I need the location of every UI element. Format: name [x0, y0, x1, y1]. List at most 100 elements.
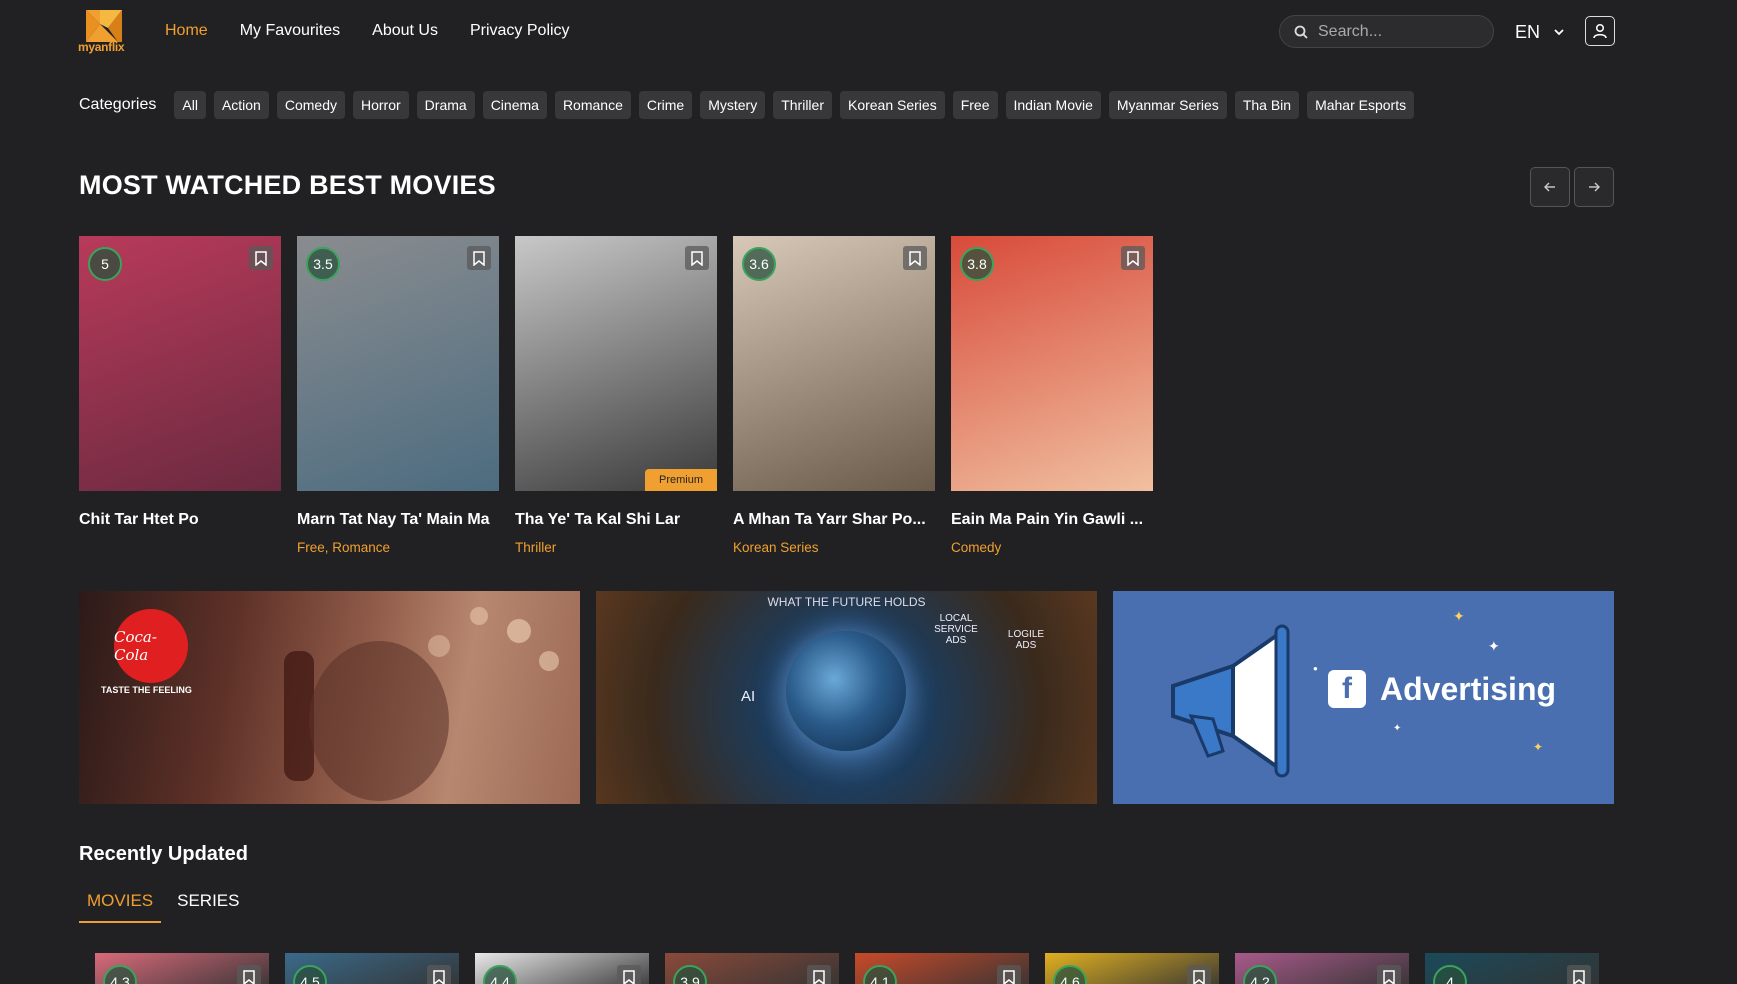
bookmark-button[interactable]	[903, 246, 927, 270]
movie-poster[interactable]: 3.6	[733, 236, 935, 491]
ad-label: LOCAL SERVICE ADS	[934, 613, 978, 646]
site-header: myanflix Home My Favourites About Us Pri…	[0, 0, 1737, 64]
bookmark-icon	[433, 969, 445, 984]
recent-movie-card[interactable]: 4.2	[1235, 953, 1409, 984]
movie-title[interactable]: Tha Ye' Ta Kal Shi Lar	[515, 511, 717, 529]
rating-badge: 3.6	[742, 247, 776, 281]
category-chip[interactable]: Romance	[554, 91, 631, 119]
bookmark-icon	[691, 250, 703, 266]
movie-genre: Free, Romance	[297, 540, 391, 555]
bookmark-button[interactable]	[1567, 965, 1591, 984]
category-chip[interactable]: Mahar Esports	[1307, 91, 1415, 119]
bookmark-button[interactable]	[807, 965, 831, 984]
category-chip[interactable]: Myanmar Series	[1108, 91, 1227, 119]
category-chip[interactable]: Comedy	[276, 91, 345, 119]
bookmark-button[interactable]	[997, 965, 1021, 984]
bookmark-icon	[909, 250, 921, 266]
movie-poster[interactable]: Premium	[515, 236, 717, 491]
tab-series[interactable]: SERIES	[169, 889, 247, 923]
bookmark-button[interactable]	[617, 965, 641, 984]
recent-movie-card[interactable]: 4.4	[475, 953, 649, 984]
bookmark-icon	[1383, 969, 1395, 984]
bookmark-icon	[623, 969, 635, 984]
language-selector[interactable]: EN	[1515, 22, 1564, 43]
category-chip[interactable]: Mystery	[700, 91, 766, 119]
category-chip[interactable]: Tha Bin	[1234, 91, 1300, 119]
search-icon	[1294, 25, 1308, 39]
movie-poster[interactable]: 5	[79, 236, 281, 491]
recent-movie-card[interactable]: 4.5	[285, 953, 459, 984]
bookmark-button[interactable]	[237, 965, 261, 984]
rating-badge: 3.9	[673, 965, 707, 984]
bookmark-button[interactable]	[1377, 965, 1401, 984]
movie-title[interactable]: Chit Tar Htet Po	[79, 511, 281, 529]
svg-text:✦: ✦	[1488, 638, 1500, 654]
ad-banners: Coca-Cola TASTE THE FEELING WHAT THE FUT…	[79, 591, 1614, 804]
bookmark-button[interactable]	[1187, 965, 1211, 984]
movie-genre: Korean Series	[733, 540, 819, 555]
category-chip[interactable]: Thriller	[773, 91, 832, 119]
bookmark-button[interactable]	[685, 246, 709, 270]
bookmark-button[interactable]	[1121, 246, 1145, 270]
bookmark-icon	[1127, 250, 1139, 266]
movie-card[interactable]: 3.6 A Mhan Ta Yarr Shar Po... Korean Ser…	[733, 236, 935, 555]
search-input[interactable]	[1318, 22, 1488, 41]
movie-carousel: 5 Chit Tar Htet Po 3.5 Marn Tat Nay Ta' …	[79, 236, 1153, 555]
category-chip[interactable]: Drama	[416, 91, 475, 119]
coca-cola-ad-banner[interactable]: Coca-Cola TASTE THE FEELING	[79, 591, 580, 804]
rating-badge: 4.5	[293, 965, 327, 984]
recent-movie-strip: 4.3 4.5 4.4 3.9 4.1 4.6 4.2 4	[95, 953, 1599, 984]
nav-about-us[interactable]: About Us	[372, 22, 438, 40]
language-label: EN	[1515, 22, 1541, 42]
future-ads-banner[interactable]: WHAT THE FUTURE HOLDS LOCAL SERVICE ADS …	[596, 591, 1097, 804]
recent-movie-card[interactable]: 3.9	[665, 953, 839, 984]
ad-label: LOGILE ADS	[1007, 629, 1045, 651]
nav-privacy-policy[interactable]: Privacy Policy	[470, 22, 570, 40]
nav-home[interactable]: Home	[165, 22, 208, 40]
movie-card[interactable]: 3.5 Marn Tat Nay Ta' Main Ma Free, Roman…	[297, 236, 499, 555]
category-chip[interactable]: All	[174, 91, 206, 119]
nav-my-favourites[interactable]: My Favourites	[240, 22, 340, 40]
svg-text:✦: ✦	[1453, 608, 1465, 624]
movie-title[interactable]: Marn Tat Nay Ta' Main Ma	[297, 511, 499, 529]
recent-movie-card[interactable]: 4	[1425, 953, 1599, 984]
category-chip[interactable]: Crime	[638, 91, 693, 119]
recent-tabs: MOVIES SERIES	[79, 889, 255, 923]
category-chip[interactable]: Action	[213, 91, 269, 119]
movie-genre: Thriller	[515, 540, 557, 555]
category-chip[interactable]: Free	[952, 91, 998, 119]
movie-card[interactable]: 3.8 Eain Ma Pain Yin Gawli ... Comedy	[951, 236, 1153, 555]
category-chip[interactable]: Korean Series	[839, 91, 945, 119]
facebook-advertising: f Advertising	[1328, 670, 1556, 708]
arrow-left-icon	[1544, 182, 1555, 192]
carousel-prev-button[interactable]	[1530, 167, 1570, 207]
carousel-next-button[interactable]	[1574, 167, 1614, 207]
movie-card[interactable]: 5 Chit Tar Htet Po	[79, 236, 281, 555]
category-chip[interactable]: Cinema	[482, 91, 547, 119]
bookmark-icon	[1573, 969, 1585, 984]
rating-badge: 5	[88, 247, 122, 281]
search-box[interactable]	[1279, 15, 1494, 48]
svg-text:✦: ✦	[1393, 723, 1401, 734]
recently-updated-title: Recently Updated	[79, 843, 248, 865]
bookmark-button[interactable]	[249, 246, 273, 270]
movie-title[interactable]: A Mhan Ta Yarr Shar Po...	[733, 511, 935, 529]
user-account-button[interactable]	[1585, 16, 1615, 46]
recent-movie-card[interactable]: 4.6	[1045, 953, 1219, 984]
movie-poster[interactable]: 3.5	[297, 236, 499, 491]
category-chip[interactable]: Horror	[353, 91, 409, 119]
movie-title[interactable]: Eain Ma Pain Yin Gawli ...	[951, 511, 1153, 529]
recent-movie-card[interactable]: 4.3	[95, 953, 269, 984]
category-chip[interactable]: Indian Movie	[1005, 91, 1101, 119]
movie-card[interactable]: Premium Tha Ye' Ta Kal Shi Lar Thriller	[515, 236, 717, 555]
recent-movie-card[interactable]: 4.1	[855, 953, 1029, 984]
bookmark-button[interactable]	[427, 965, 451, 984]
rating-badge: 4	[1433, 965, 1467, 984]
bookmark-icon	[813, 969, 825, 984]
movie-poster[interactable]: 3.8	[951, 236, 1153, 491]
rating-badge: 4.4	[483, 965, 517, 984]
bookmark-icon	[255, 250, 267, 266]
tab-movies[interactable]: MOVIES	[79, 889, 162, 923]
bookmark-button[interactable]	[467, 246, 491, 270]
facebook-advertising-banner[interactable]: ✦ ✦ ✦ ● ✦ f Advertising	[1113, 591, 1614, 804]
